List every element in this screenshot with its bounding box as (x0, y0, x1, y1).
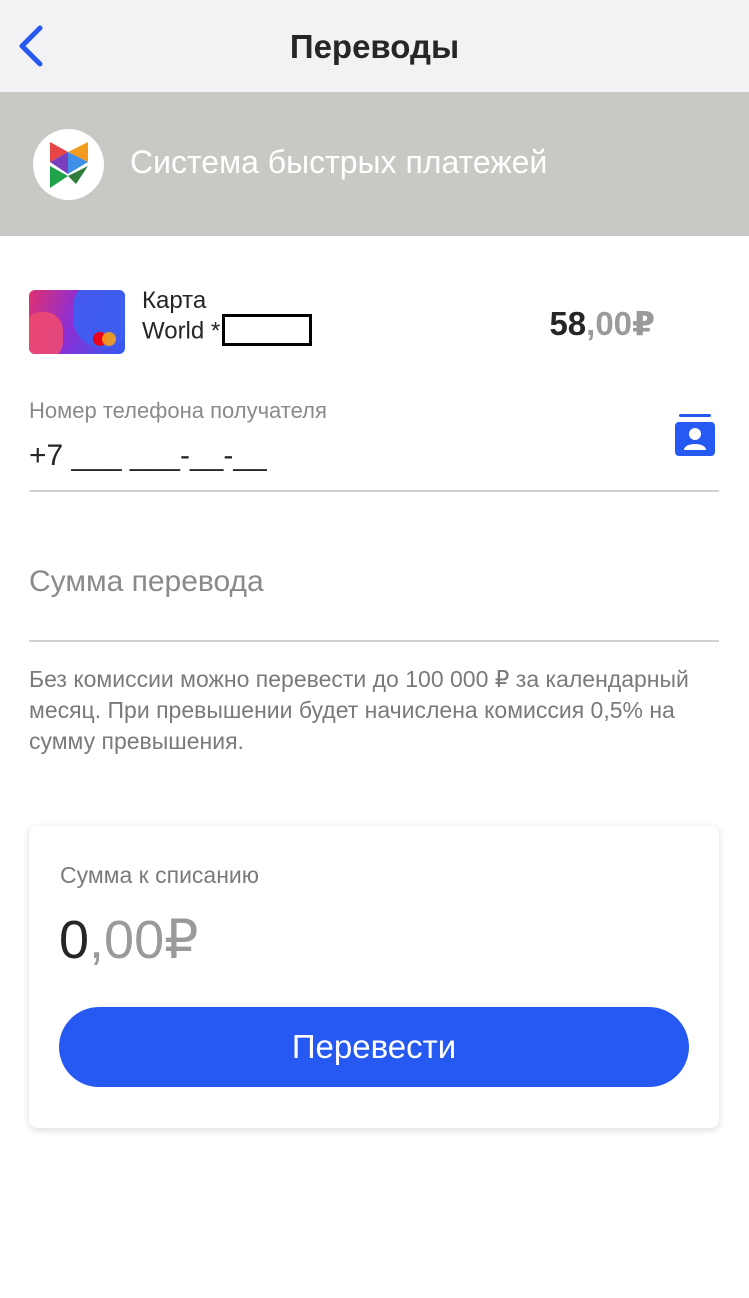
transfer-amount-field (29, 560, 719, 642)
sbp-banner: Система быстрых платежей (0, 92, 749, 236)
card-name: Карта World * (142, 286, 313, 348)
total-value-frac: ,00 (89, 910, 165, 970)
card-name-line2: World * (142, 317, 221, 345)
card-image (29, 290, 125, 354)
total-label: Сумма к списанию (60, 862, 260, 888)
total-card: Сумма к списанию 0,00₽ Перевести (29, 826, 719, 1128)
card-balance-int: 58 (549, 305, 587, 342)
sbp-title: Система быстрых платежей (130, 144, 548, 180)
recipient-phone-field: Номер телефона получателя (29, 396, 719, 492)
contacts-button[interactable] (673, 414, 717, 458)
page-title: Переводы (289, 28, 460, 65)
transfer-button[interactable]: Перевести (59, 1007, 689, 1087)
card-balance-frac: ,00 (586, 305, 633, 342)
card-number-mask (222, 314, 313, 346)
total-value-int: 0 (59, 910, 90, 970)
contacts-icon (675, 414, 715, 456)
total-value: 0,00₽ (59, 908, 198, 971)
card-selector[interactable]: Карта World * 58,00₽ (0, 270, 749, 370)
commission-note: Без комиссии можно перевести до 100 000 … (29, 666, 689, 754)
recipient-phone-label: Номер телефона получателя (29, 398, 327, 423)
transfer-amount-input[interactable] (29, 560, 719, 604)
card-balance-currency: ₽ (632, 305, 655, 342)
card-name-line1: Карта (142, 287, 207, 314)
total-value-currency: ₽ (164, 910, 199, 970)
card-balance: 58,00₽ (549, 304, 655, 343)
sbp-logo-icon (33, 129, 104, 200)
navigation-bar: Переводы (0, 0, 749, 92)
recipient-phone-input[interactable] (29, 436, 649, 476)
